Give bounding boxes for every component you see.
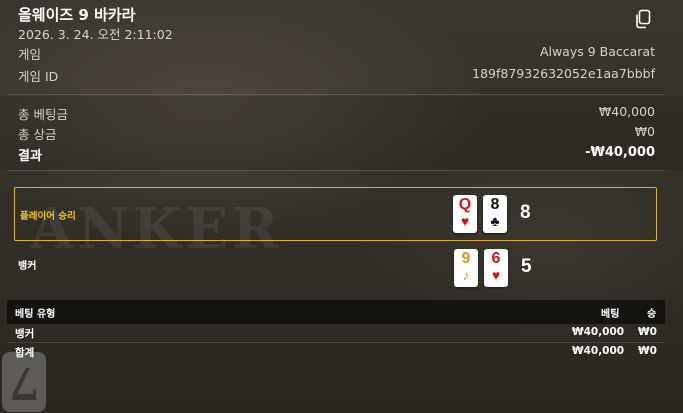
divider	[8, 170, 665, 171]
player-card-1: Q ♥	[453, 195, 477, 233]
game-id-value: 189f87932632052e1aa7bbbf	[472, 66, 655, 81]
bet-type: 합계	[15, 347, 35, 359]
heart-icon: ♥	[460, 213, 470, 229]
game-value: Always 9 Baccarat	[539, 44, 655, 59]
table-row: 뱅커 ₩40,000 ₩0	[7, 324, 665, 342]
game-id-label: 게임 ID	[18, 69, 59, 84]
total-bet-label: 총 베팅금	[18, 107, 68, 122]
divider	[8, 94, 665, 95]
result-value: -₩40,000	[585, 145, 655, 160]
player-hand-box	[14, 187, 657, 241]
win-amount: ₩0	[638, 326, 657, 338]
game-title: 올웨이즈 9 바카라	[18, 6, 136, 24]
game-label: 게임	[18, 47, 42, 62]
player-win-label: 플레이어 승리	[20, 211, 76, 222]
win-amount: ₩0	[638, 345, 657, 357]
banker-card-1: 9 ♪	[454, 249, 478, 287]
card-rank: Q	[458, 196, 472, 213]
card-rank: 6	[491, 250, 501, 267]
header-bet: 베팅	[601, 309, 620, 320]
summary-section	[0, 96, 683, 170]
game-history-panel: 올웨이즈 9 바카라 2026. 3. 24. 오전 2:11:02 게임 Al…	[0, 0, 683, 413]
bets-table-header: 베팅 유형 베팅 승	[7, 300, 665, 324]
card-rank: 9	[461, 250, 471, 267]
header-win: 승	[647, 309, 657, 320]
result-label: 결과	[18, 149, 42, 164]
bet-amount: ₩40,000	[572, 345, 625, 357]
player-score: 8	[520, 202, 531, 223]
total-win-label: 총 상금	[18, 127, 57, 142]
bet-type: 뱅커	[15, 328, 35, 340]
player-card-2: 8 ♣	[483, 195, 507, 233]
copy-icon[interactable]	[634, 9, 652, 29]
bet-amount: ₩40,000	[572, 326, 625, 338]
table-row: 합계 ₩40,000 ₩0	[7, 343, 665, 361]
total-bet-value: ₩40,000	[598, 104, 655, 119]
banker-card-2: 6 ♥	[484, 249, 508, 287]
card-rank: 8	[490, 196, 500, 213]
card-suit-icon: ♪	[462, 267, 470, 283]
banker-score: 5	[521, 256, 532, 277]
total-win-value: ₩0	[634, 124, 655, 139]
club-icon: ♣	[490, 213, 500, 229]
heart-icon: ♥	[491, 267, 501, 283]
banker-label: 뱅커	[18, 261, 37, 272]
header-bet-type: 베팅 유형	[15, 309, 56, 320]
game-datetime: 2026. 3. 24. 오전 2:11:02	[18, 27, 173, 42]
